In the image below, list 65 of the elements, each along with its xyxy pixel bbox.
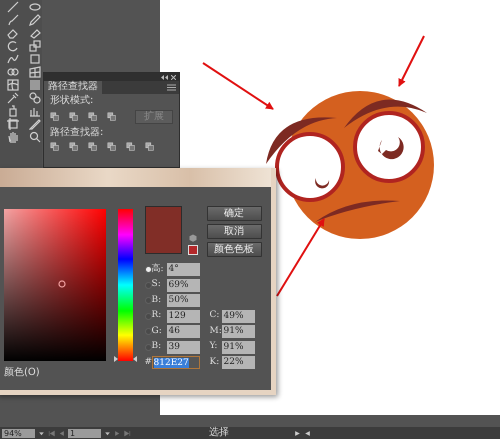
input-field[interactable]: 4° <box>166 263 200 276</box>
caret-icon[interactable] <box>104 430 111 436</box>
field-label: R: <box>152 309 162 322</box>
checkbox-label: 颜色(O) <box>4 366 40 380</box>
line-icon[interactable] <box>7 0 19 12</box>
last-page-icon[interactable] <box>124 430 131 436</box>
search-icon[interactable] <box>29 130 41 142</box>
section-label: 路径查找器: <box>50 128 104 138</box>
caret-icon[interactable] <box>38 430 45 436</box>
input-field[interactable]: 50% <box>166 294 200 307</box>
artboard-icon[interactable] <box>7 118 19 130</box>
input-field[interactable]: 129 <box>166 310 200 322</box>
picker-circle-icon <box>58 280 66 288</box>
new-color-swatch <box>144 206 182 254</box>
color-chip[interactable] <box>188 245 198 255</box>
dialog-button[interactable]: 确定 <box>206 206 262 221</box>
play-icon[interactable] <box>294 430 301 436</box>
input-field[interactable]: 69% <box>166 278 200 292</box>
panel-tab[interactable]: 路径查找器 <box>44 81 102 94</box>
input-field[interactable]: 22% <box>222 356 255 369</box>
rotate-icon[interactable] <box>7 40 19 52</box>
field-label: # <box>144 356 152 369</box>
slider-thumb[interactable] <box>114 356 137 362</box>
input-field[interactable]: 49% <box>222 310 255 322</box>
shape-builder-icon[interactable] <box>7 66 19 78</box>
first-page-icon[interactable] <box>48 430 55 436</box>
hand-icon[interactable] <box>7 130 19 142</box>
field-label: Y: <box>210 340 218 354</box>
radio-button[interactable] <box>144 266 152 273</box>
dialog-button[interactable]: 颜色色板 <box>206 242 262 257</box>
scale-icon[interactable] <box>29 40 41 52</box>
pencil-icon[interactable] <box>29 14 41 26</box>
hex-field[interactable]: 812E27 <box>152 356 200 369</box>
brush-icon[interactable] <box>7 14 19 26</box>
arrow <box>398 36 425 87</box>
field-label: B: <box>152 294 162 307</box>
field-label: 高: <box>152 262 165 276</box>
input-field[interactable]: 91% <box>222 340 255 354</box>
input-field[interactable]: 46 <box>166 325 200 338</box>
warp-icon[interactable] <box>7 52 19 64</box>
field-label: B: <box>152 340 162 354</box>
blend-icon[interactable] <box>29 92 41 104</box>
eyedropper-icon[interactable] <box>7 92 19 104</box>
menu-icon[interactable] <box>167 84 176 91</box>
field-label: K: <box>210 356 220 369</box>
page-field[interactable]: 1 <box>68 428 101 438</box>
dialog-button[interactable]: 取消 <box>206 224 262 239</box>
arrow <box>202 62 274 110</box>
back-icon[interactable] <box>304 430 311 436</box>
mesh-icon[interactable] <box>7 78 19 90</box>
close-icon[interactable] <box>171 74 176 80</box>
tool-status: 选择 <box>209 428 229 438</box>
grid-icon[interactable] <box>29 66 41 78</box>
field-label: G: <box>152 324 163 338</box>
field-label: M: <box>210 324 222 338</box>
color-field[interactable] <box>4 209 106 361</box>
input-field[interactable]: 91% <box>222 325 255 338</box>
next-page-icon[interactable] <box>114 430 121 436</box>
ellipse-icon[interactable] <box>29 0 41 12</box>
field-label: S: <box>152 278 162 292</box>
zoom-field[interactable]: 94% <box>2 428 35 438</box>
input-field[interactable]: 39 <box>166 340 200 354</box>
field-label: C: <box>210 309 220 322</box>
section-label: 形状模式: <box>50 96 94 106</box>
previous-page-icon[interactable] <box>58 430 65 436</box>
